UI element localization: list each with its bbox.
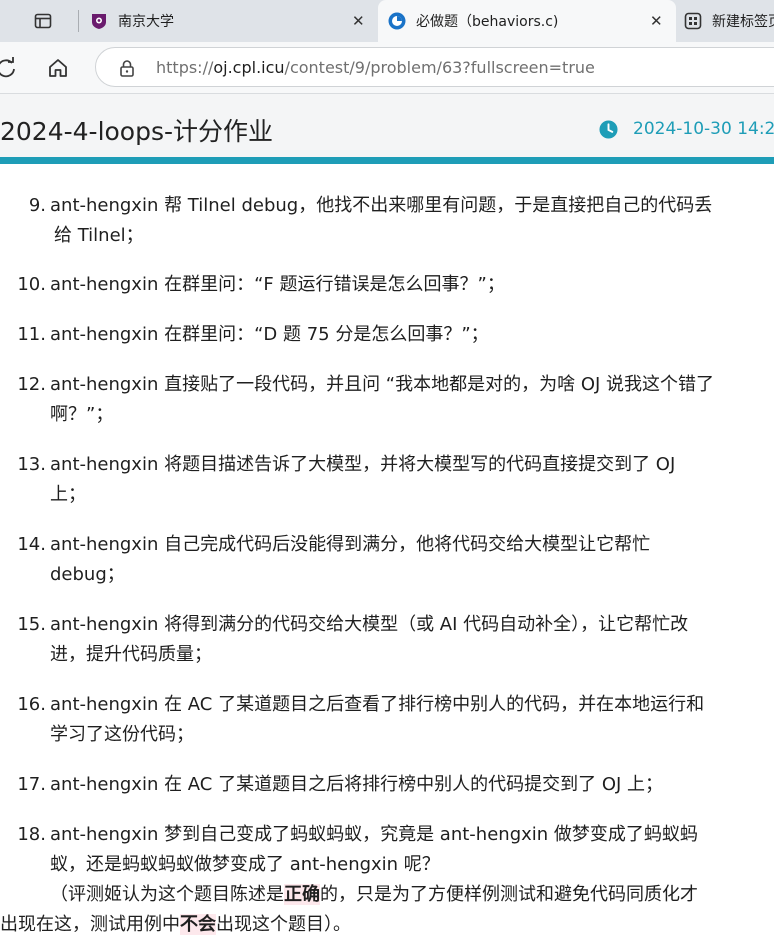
list-item-line: 啊？”； — [50, 404, 114, 425]
list-item-number: 10. — [17, 274, 46, 295]
list-item-text: ant-hengxin 梦到自己变成了蚂蚁蚂蚁，究竟是 ant-hengxin … — [0, 820, 772, 939]
home-button[interactable] — [46, 56, 70, 80]
clock-icon — [599, 120, 618, 139]
tab-new-title: 新建标签页 — [712, 14, 774, 30]
contest-title: 2024-4-loops-计分作业 — [0, 117, 274, 146]
list-item-line: ant-hengxin 梦到自己变成了蚂蚁蚂蚁，究竟是 ant-hengxin … — [50, 824, 698, 845]
tab-nju[interactable]: 南京大学 ✕ — [90, 0, 378, 42]
judge-note-text: （评测姬认为这个题目陈述是 — [50, 884, 284, 905]
list-item-line: ant-hengxin 直接贴了一段代码，并且问 “我本地都是对的，为啥 OJ … — [50, 374, 715, 395]
address-bar[interactable]: https://oj.cpl.icu/contest/9/problem/63?… — [95, 47, 774, 87]
list-item-line: ant-hengxin 在群里问：“D 题 75 分是怎么回事？”； — [50, 324, 489, 345]
tab-nju-title: 南京大学 — [118, 14, 174, 30]
list-item-number: 12. — [17, 374, 46, 395]
list-item-text: ant-hengxin 将得到满分的代码交给大模型（或 AI 代码自动补全），让… — [50, 610, 772, 670]
browser-toolbar: https://oj.cpl.icu/contest/9/problem/63?… — [0, 42, 774, 94]
list-item-number: 14. — [17, 534, 46, 555]
list-item-line: debug； — [50, 564, 125, 585]
home-icon — [49, 59, 67, 77]
judge-note: （评测姬认为这个题目陈述是正确的，只是为了方便样例测试和避免代码同质化才 — [50, 880, 772, 910]
list-item-text: ant-hengxin 直接贴了一段代码，并且问 “我本地都是对的，为啥 OJ … — [50, 370, 772, 430]
list-item-line: ant-hengxin 帮 Tilnel debug，他找不出来哪里有问题，于是… — [50, 195, 713, 216]
judge-note-text: 出现在这，测试用例中 — [0, 914, 180, 935]
list-item-line: ant-hengxin 在 AC 了某道题目之后将排行榜中别人的代码提交到了 O… — [50, 774, 664, 795]
oj-logo-icon — [388, 12, 406, 30]
url-path: /contest/9/problem/63?fullscreen=true — [284, 58, 595, 77]
list-item-line: ant-hengxin 自己完成代码后没能得到满分，他将代码交给大模型让它帮忙 — [50, 534, 651, 555]
list-item-text: ant-hengxin 将题目描述告诉了大模型，并将大模型写的代码直接提交到了 … — [50, 450, 772, 510]
tab-behaviors[interactable]: 必做题（behaviors.c) ✕ — [378, 0, 676, 42]
list-item-number: 9. — [28, 195, 46, 216]
judge-note: 出现在这，测试用例中不会出现这个题目）。 — [0, 910, 772, 939]
list-item-line: 蚁，还是蚂蚁蚂蚁做梦变成了 ant-hengxin 呢？ — [50, 854, 440, 875]
tab-new[interactable]: 新建标签页 — [676, 0, 774, 42]
tab-pinned[interactable] — [0, 0, 70, 42]
tab-close-icon[interactable]: ✕ — [352, 12, 365, 30]
list-item-number: 18. — [17, 824, 46, 845]
list-item-line: 给 Tilnel； — [54, 225, 144, 246]
list-item-text: ant-hengxin 帮 Tilnel debug，他找不出来哪里有问题，于是… — [50, 191, 772, 251]
tab-separator — [78, 10, 79, 32]
contest-header: 2024-4-loops-计分作业 2024-10-30 14:2 — [0, 94, 774, 164]
url-scheme: https:// — [156, 58, 214, 77]
reload-button[interactable] — [0, 56, 18, 80]
list-item-line: ant-hengxin 将题目描述告诉了大模型，并将大模型写的代码直接提交到了 … — [50, 454, 676, 475]
url-domain: oj.cpl.icu — [213, 58, 285, 77]
list-item-line: ant-hengxin 在 AC 了某道题目之后查看了排行榜中别人的代码，并在本… — [50, 694, 705, 715]
nju-logo-icon — [92, 14, 106, 29]
problem-content: 9. ant-hengxin 帮 Tilnel debug，他找不出来哪里有问题… — [0, 171, 774, 939]
tab-behaviors-title: 必做题（behaviors.c) — [416, 14, 559, 30]
list-item-line: 上； — [50, 484, 86, 505]
list-item-number: 13. — [17, 454, 46, 475]
list-item-number: 16. — [17, 694, 46, 715]
tab-actions-icon[interactable] — [34, 12, 52, 30]
judge-note-text: 出现这个题目）。 — [216, 914, 351, 935]
lock-icon[interactable] — [118, 59, 136, 77]
browser-tab-strip: 南京大学 ✕ 必做题（behaviors.c) ✕ 新建标签页 — [0, 0, 774, 42]
list-item-text: ant-hengxin 在群里问：“F 题运行错误是怎么回事？”； — [50, 270, 772, 300]
list-item-number: 11. — [17, 324, 46, 345]
highlight-correct: 正确 — [284, 884, 320, 905]
tab-close-icon[interactable]: ✕ — [650, 12, 663, 30]
list-item-line: ant-hengxin 在群里问：“F 题运行错误是怎么回事？”； — [50, 274, 505, 295]
reload-icon — [0, 57, 15, 78]
contest-date: 2024-10-30 14:2 — [633, 119, 774, 139]
list-item-number: 15. — [17, 614, 46, 635]
list-item-line: ant-hengxin 将得到满分的代码交给大模型（或 AI 代码自动补全），让… — [50, 614, 689, 635]
judge-note-text: 的，只是为了方便样例测试和避免代码同质化才 — [320, 884, 698, 905]
list-item-text: ant-hengxin 自己完成代码后没能得到满分，他将代码交给大模型让它帮忙 … — [50, 530, 772, 590]
list-item-number: 17. — [17, 774, 46, 795]
list-item-text: ant-hengxin 在 AC 了某道题目之后查看了排行榜中别人的代码，并在本… — [50, 690, 772, 750]
new-tab-page-icon — [684, 12, 702, 30]
list-item-text: ant-hengxin 在 AC 了某道题目之后将排行榜中别人的代码提交到了 O… — [50, 770, 772, 800]
list-item-line: 学习了这份代码； — [50, 724, 194, 745]
list-item-line: 进，提升代码质量； — [50, 644, 212, 665]
list-item-text: ant-hengxin 在群里问：“D 题 75 分是怎么回事？”； — [50, 320, 772, 350]
url-text[interactable]: https://oj.cpl.icu/contest/9/problem/63?… — [156, 58, 595, 77]
highlight-not: 不会 — [180, 914, 216, 935]
